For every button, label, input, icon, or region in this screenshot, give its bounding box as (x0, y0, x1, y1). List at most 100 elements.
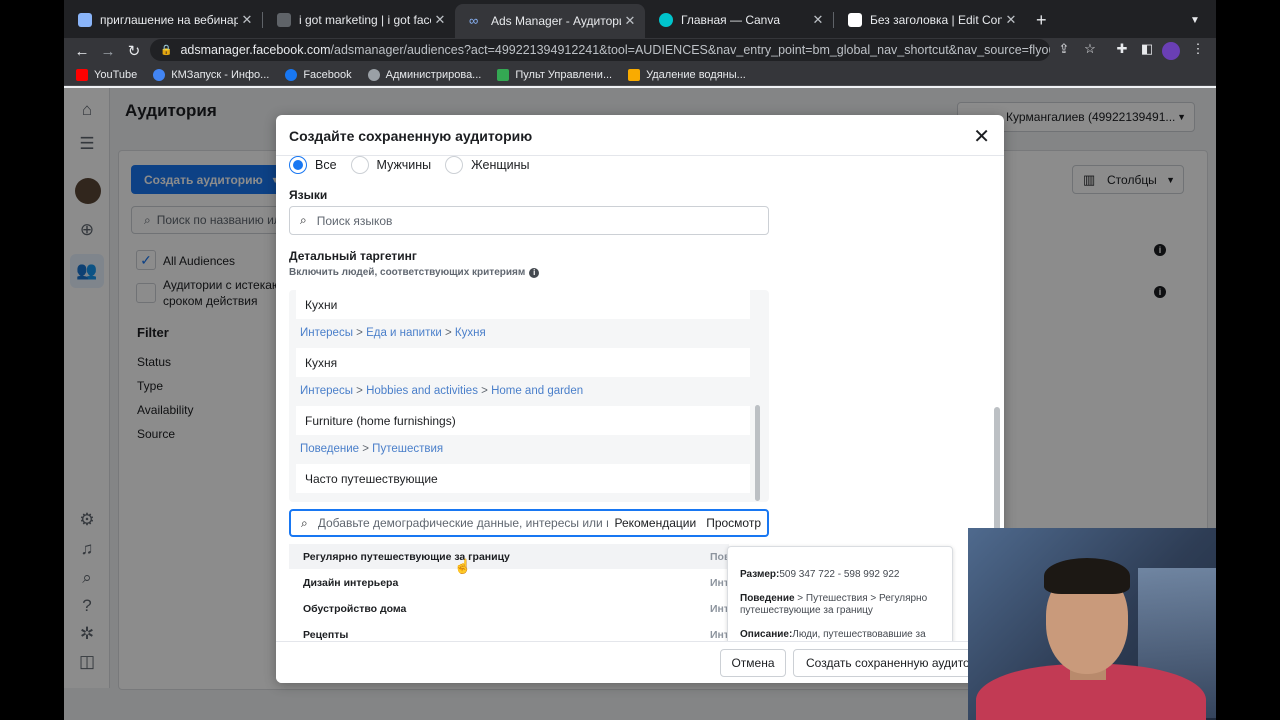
bookmark-watermark[interactable]: Удаление водяны... (628, 68, 746, 81)
path-segment[interactable]: Home and garden (491, 385, 583, 397)
bookmark-label: YouTube (94, 68, 138, 81)
tab-edit-content[interactable]: Без заголовка | Edit Content ✕ (834, 6, 1026, 34)
bookmark-favicon-icon (497, 68, 510, 81)
back-arrow-icon[interactable]: ← (69, 43, 95, 60)
create-saved-audience-modal: Создайте сохраненную аудиторию ✕ Все Муж… (276, 115, 1004, 683)
tooltip-path-label: Поведение (740, 592, 795, 604)
browser-tab-bar: приглашение на вебинар — П ✕ i got marke… (64, 0, 1216, 38)
bookmark-star-icon[interactable]: ☆ (1080, 41, 1100, 57)
path-segment[interactable]: Путешествия (372, 443, 443, 455)
tab-favicon-icon (78, 13, 92, 27)
create-saved-audience-button[interactable]: Создать сохраненную аудиторию (793, 649, 993, 677)
suggestion-row[interactable]: Регулярно путешествующие за границу Пове… (289, 544, 740, 569)
tooltip-size-label: Размер: (740, 569, 780, 580)
info-icon[interactable]: i (529, 267, 540, 278)
tab-title: Ads Manager - Аудитории (491, 14, 621, 28)
tab-webinar[interactable]: приглашение на вебинар — П ✕ (64, 6, 262, 34)
bookmark-facebook[interactable]: Facebook (285, 68, 352, 81)
bookmark-kmzapusk[interactable]: КМЗапуск - Инфо... (153, 68, 270, 81)
tab-search-icon[interactable]: ▼ (1186, 6, 1210, 34)
modal-title: Создайте сохраненную аудиторию (289, 128, 533, 144)
close-tab-icon[interactable]: ✕ (621, 13, 639, 29)
detailed-targeting-search-input[interactable]: ⌕ Добавьте демографические данные, интер… (289, 509, 769, 537)
bookmark-label: Удаление водяны... (646, 68, 746, 81)
webcam-person-hair (1044, 558, 1130, 594)
tab-canva[interactable]: Главная — Canva ✕ (645, 6, 833, 34)
targeting-item-cuisines[interactable]: Кухни (296, 290, 750, 319)
tab-title: приглашение на вебинар — П (100, 13, 238, 27)
site-info-icon[interactable]: 🔒 (160, 45, 172, 56)
bookmark-favicon-icon (367, 68, 380, 81)
path-segment[interactable]: Интересы (300, 327, 353, 339)
path-segment[interactable]: Кухня (455, 327, 486, 339)
detailed-targeting-label: Детальный таргетинг (289, 249, 417, 263)
bookmark-label: КМЗапуск - Инфо... (171, 68, 270, 81)
cancel-button[interactable]: Отмена (720, 649, 786, 677)
suggestion-label: Регулярно путешествующие за границу (303, 550, 510, 563)
close-tab-icon[interactable]: ✕ (809, 12, 827, 28)
bookmark-youtube[interactable]: YouTube (76, 68, 138, 81)
facebook-icon (285, 68, 298, 81)
gender-male-label: Мужчины (376, 158, 432, 172)
address-bar[interactable]: 🔒 adsmanager.facebook.com /adsmanager/au… (150, 39, 1050, 61)
targeting-list-scrollbar[interactable] (755, 405, 760, 501)
targeting-item-furniture[interactable]: Furniture (home furnishings) (296, 406, 750, 435)
search-icon: ⌕ (300, 213, 307, 227)
recommendations-link[interactable]: Рекомендации (614, 516, 696, 530)
gender-all-label: Все (315, 158, 337, 172)
suggestion-row[interactable]: Дизайн интерьера Интере (289, 570, 740, 595)
gender-male-radio[interactable] (350, 156, 369, 174)
path-segment[interactable]: Поведение (300, 443, 359, 455)
languages-search-input[interactable]: ⌕ Поиск языков (289, 206, 769, 235)
gender-female-label: Женщины (471, 158, 530, 172)
bookmark-admin[interactable]: Администрирова... (367, 68, 481, 81)
mouse-cursor-icon: ☝ (454, 558, 472, 574)
tab-favicon-icon (848, 13, 862, 27)
languages-placeholder: Поиск языков (316, 213, 393, 228)
side-panel-icon[interactable]: ◧ (1137, 41, 1157, 57)
tooltip-size-value: 509 347 722 - 598 992 922 (779, 569, 900, 580)
close-tab-icon[interactable]: ✕ (238, 12, 256, 28)
chrome-menu-icon[interactable]: ⋮ (1188, 41, 1208, 57)
close-tab-icon[interactable]: ✕ (1002, 12, 1020, 28)
suggestion-label: Дизайн интерьера (303, 576, 399, 589)
gender-all-radio[interactable] (289, 156, 307, 174)
path-segment[interactable]: Hobbies and activities (366, 385, 478, 397)
browse-link[interactable]: Просмотр (706, 516, 761, 530)
new-tab-button[interactable]: + (1030, 6, 1060, 34)
bookmark-label: Facebook (303, 68, 352, 81)
suggestion-row[interactable]: Обустройство дома Интере (289, 596, 740, 621)
suggestion-row[interactable]: Рецепты Интере (289, 622, 740, 641)
languages-label: Языки (289, 188, 328, 202)
tab-favicon-icon (277, 13, 291, 27)
path-segment[interactable]: Интересы (300, 385, 353, 397)
url-domain: adsmanager.facebook.com (180, 43, 331, 57)
new-tab-label: + (1036, 9, 1047, 30)
bookmark-favicon-icon (153, 68, 166, 81)
gender-radio-group: Все Мужчины Женщины (289, 156, 544, 174)
gender-female-radio[interactable] (445, 156, 464, 174)
reload-icon[interactable]: ↻ (121, 42, 147, 60)
suggestion-tooltip: Размер:509 347 722 - 598 992 922 Поведен… (727, 546, 953, 646)
targeting-path: Интересы > Hobbies and activities > Home… (300, 385, 584, 397)
selected-targeting-list: Кухни Интересы > Еда и напитки > Кухня К… (289, 290, 769, 502)
path-segment[interactable]: Еда и напитки (366, 327, 442, 339)
extensions-icon[interactable]: ✚ (1112, 41, 1132, 57)
bookmark-pult[interactable]: Пульт Управлени... (497, 68, 612, 81)
bookmark-favicon-icon (628, 68, 641, 81)
targeting-item-frequent-travelers[interactable]: Часто путешествующие (296, 464, 750, 493)
browser-toolbar: ← → ↻ 🔒 adsmanager.facebook.com /adsmana… (64, 38, 1216, 64)
targeting-item-kitchen[interactable]: Кухня (296, 348, 750, 377)
close-icon[interactable]: ✕ (973, 124, 990, 149)
tab-title: Без заголовка | Edit Content (870, 13, 1002, 27)
tab-ads-manager[interactable]: ∞ Ads Manager - Аудитории ✕ (455, 4, 645, 38)
forward-arrow-icon[interactable]: → (95, 43, 121, 60)
targeting-path: Поведение > Путешествия (300, 443, 444, 455)
tab-igotmarketing[interactable]: i got marketing | i got facebook ✕ (263, 6, 455, 34)
bookmarks-bar: YouTube КМЗапуск - Инфо... Facebook Адми… (64, 64, 1216, 86)
profile-avatar-icon[interactable] (1162, 42, 1180, 60)
modal-footer: Отмена Создать сохраненную аудиторию (276, 641, 1004, 683)
share-icon[interactable]: ⇪ (1054, 41, 1074, 57)
detailed-targeting-sub-text: Включить людей, соответствующих критерия… (289, 267, 526, 278)
close-tab-icon[interactable]: ✕ (431, 12, 449, 28)
